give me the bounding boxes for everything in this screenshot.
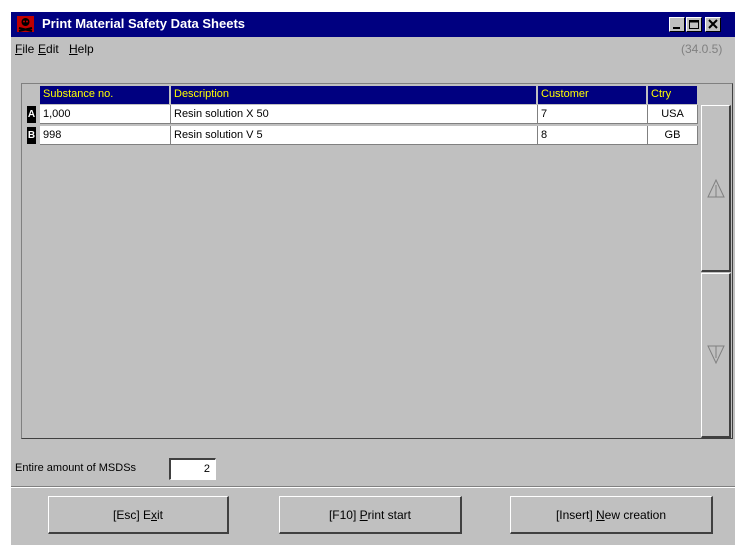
print-start-button[interactable]: [F10] Print start <box>279 496 462 534</box>
arrow-down-icon <box>707 345 725 364</box>
arrow-up-icon <box>707 179 725 198</box>
window-title: Print Material Safety Data Sheets <box>42 16 246 31</box>
row-marker[interactable]: B <box>27 127 36 144</box>
msds-count-field[interactable]: 2 <box>169 458 216 480</box>
maximize-icon <box>689 20 699 29</box>
new-creation-button[interactable]: [Insert] New creation <box>510 496 713 534</box>
exit-button[interactable]: [Esc] Exit <box>48 496 229 534</box>
cell-customer[interactable]: 8 <box>538 126 648 145</box>
minimize-icon <box>673 27 680 29</box>
menu-file[interactable]: File <box>15 42 34 56</box>
scroll-up-button[interactable] <box>701 105 731 272</box>
maximize-button[interactable] <box>686 17 702 32</box>
header-corner <box>24 86 39 104</box>
menu-bar: File Edit Help <box>11 37 735 61</box>
version-label: (34.0.5) <box>681 42 723 56</box>
cell-customer[interactable]: 7 <box>538 105 648 124</box>
scroll-down-button[interactable] <box>701 273 731 438</box>
cell-description[interactable]: Resin solution X 50 <box>171 105 538 124</box>
menu-edit[interactable]: Edit <box>38 42 59 56</box>
row-marker[interactable]: A <box>27 106 36 123</box>
minimize-button[interactable] <box>669 17 685 32</box>
column-header-substance-no[interactable]: Substance no. <box>40 86 170 104</box>
column-header-country[interactable]: Ctry <box>648 86 698 104</box>
menu-help[interactable]: Help <box>69 42 94 56</box>
close-icon <box>708 19 718 29</box>
cell-country[interactable]: USA <box>648 105 698 124</box>
msds-count-label: Entire amount of MSDSs <box>15 462 137 474</box>
column-header-description[interactable]: Description <box>171 86 537 104</box>
title-bar[interactable]: Print Material Safety Data Sheets <box>11 12 735 37</box>
cell-substance-no[interactable]: 998 <box>40 126 171 145</box>
column-header-customer[interactable]: Customer <box>538 86 647 104</box>
hazard-icon <box>17 16 34 32</box>
cell-description[interactable]: Resin solution V 5 <box>171 126 538 145</box>
close-button[interactable] <box>705 17 721 32</box>
cell-country[interactable]: GB <box>648 126 698 145</box>
cell-substance-no[interactable]: 1,000 <box>40 105 171 124</box>
divider <box>11 486 735 488</box>
